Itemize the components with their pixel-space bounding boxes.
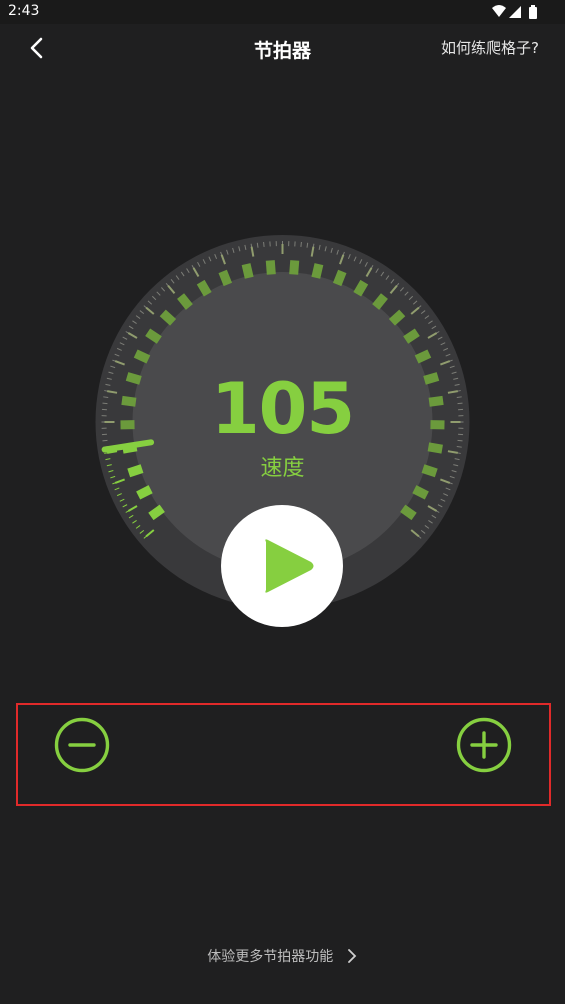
chevron-right-icon xyxy=(347,949,356,963)
tempo-segment xyxy=(414,349,432,364)
minor-tick xyxy=(256,242,259,248)
minor-tick xyxy=(306,242,309,248)
more-features-link[interactable]: 体验更多节拍器功能 xyxy=(0,946,565,966)
tempo-segment xyxy=(332,269,347,287)
tempo-segment xyxy=(289,260,300,275)
tempo-segment xyxy=(218,269,233,287)
tempo-label: 速度 xyxy=(260,456,305,481)
tempo-adjust-controls xyxy=(16,703,551,806)
more-features-label: 体验更多节拍器功能 xyxy=(207,949,334,965)
tempo-segment xyxy=(133,349,151,364)
decrease-tempo-minus-icon[interactable] xyxy=(54,717,110,773)
minor-tick xyxy=(300,241,302,248)
tempo-segment xyxy=(412,485,429,500)
minor-tick xyxy=(263,241,265,248)
tempo-segment xyxy=(353,279,369,297)
tempo-segment xyxy=(196,279,212,297)
tempo-segment xyxy=(311,263,324,279)
tempo-segment xyxy=(241,263,254,279)
tempo-segment xyxy=(265,260,276,275)
bpm-value: 105 xyxy=(210,368,355,450)
play-button[interactable] xyxy=(221,505,343,627)
tempo-segment xyxy=(136,485,153,500)
play-icon xyxy=(265,539,314,593)
increase-tempo-plus-icon[interactable] xyxy=(456,717,512,773)
